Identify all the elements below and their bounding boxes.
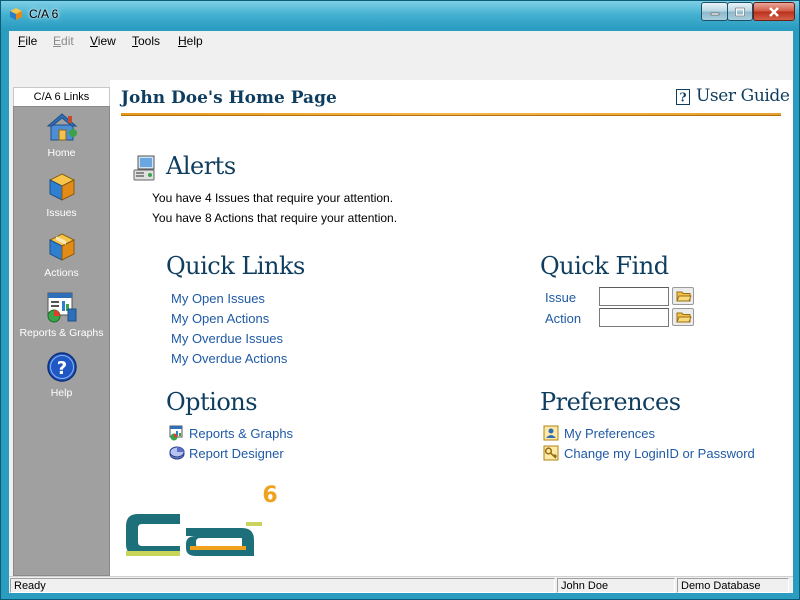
close-button[interactable] <box>753 2 795 21</box>
maximize-button[interactable] <box>727 2 753 21</box>
preferences-heading: Preferences <box>540 388 681 416</box>
alerts-computer-icon <box>132 154 158 182</box>
reports-graphs-small-icon <box>169 425 185 441</box>
change-login-password-link[interactable]: Change my LoginID or Password <box>564 446 755 461</box>
app-window: C/A 6 File Edit View Tools Help C/A 6 Li… <box>0 0 800 600</box>
my-open-issues-link[interactable]: My Open Issues <box>171 291 265 306</box>
quick-find-action-label: Action <box>545 311 581 326</box>
sidebar-item-help[interactable]: ? Help <box>14 351 109 407</box>
user-guide-label: User Guide <box>696 86 790 106</box>
issues-cube-icon <box>46 171 78 203</box>
status-user: John Doe <box>557 578 675 593</box>
app-cube-icon <box>9 7 23 21</box>
logo-version-six: 6 <box>262 483 277 508</box>
alert-issues-count: You have 4 Issues that require your atte… <box>152 191 393 205</box>
menu-view[interactable]: View <box>90 34 116 48</box>
quick-links-heading: Quick Links <box>166 252 305 280</box>
sidebar: Home Issues Actions <box>13 106 110 576</box>
quick-find-issue-label: Issue <box>545 290 576 305</box>
menu-bar: File Edit View Tools Help <box>9 31 793 51</box>
sidebar-item-label: Actions <box>14 267 109 279</box>
alert-actions-count: You have 8 Actions that require your att… <box>152 211 397 225</box>
alerts-heading: Alerts <box>166 152 236 180</box>
quick-find-issue-button[interactable] <box>672 287 694 305</box>
minimize-icon <box>710 8 720 16</box>
sidebar-header: C/A 6 Links <box>13 87 110 106</box>
open-folder-icon <box>676 311 692 324</box>
status-message: Ready <box>10 578 555 593</box>
sidebar-item-label: Issues <box>14 207 109 219</box>
sidebar-item-issues[interactable]: Issues <box>14 171 109 227</box>
quick-find-issue-input[interactable] <box>599 287 669 306</box>
quick-find-heading: Quick Find <box>540 252 669 280</box>
help-question-icon: ? <box>46 351 78 383</box>
svg-text:?: ? <box>679 91 686 105</box>
status-database: Demo Database <box>677 578 789 593</box>
status-bar: Ready John Doe Demo Database <box>9 576 793 593</box>
actions-cube-icon <box>46 231 78 263</box>
sidebar-item-actions[interactable]: Actions <box>14 231 109 287</box>
open-folder-icon <box>676 290 692 303</box>
my-preferences-icon <box>543 425 559 441</box>
close-icon <box>768 7 780 17</box>
sidebar-item-label: Reports & Graphs <box>14 327 109 339</box>
svg-text:?: ? <box>57 358 67 379</box>
my-open-actions-link[interactable]: My Open Actions <box>171 311 269 326</box>
maximize-icon <box>735 7 745 16</box>
menu-file[interactable]: File <box>18 34 37 48</box>
window-title: C/A 6 <box>29 7 58 21</box>
sidebar-item-label: Home <box>14 147 109 159</box>
menu-tools[interactable]: Tools <box>132 34 160 48</box>
quick-find-action-input[interactable] <box>599 308 669 327</box>
home-page-panel: John Doe's Home Page ? User Guide Alerts… <box>110 80 793 576</box>
sidebar-item-home[interactable]: Home <box>14 111 109 167</box>
quick-find-action-button[interactable] <box>672 308 694 326</box>
home-icon <box>46 111 78 143</box>
sidebar-item-label: Help <box>14 387 109 399</box>
minimize-button[interactable] <box>701 2 728 21</box>
title-divider <box>121 113 781 116</box>
sidebar-item-reports[interactable]: Reports & Graphs <box>14 291 109 347</box>
menu-help[interactable]: Help <box>178 34 203 48</box>
menu-edit[interactable]: Edit <box>53 34 74 48</box>
client-area: File Edit View Tools Help C/A 6 Links Ho… <box>9 31 793 593</box>
options-heading: Options <box>166 388 257 416</box>
title-bar[interactable]: C/A 6 <box>1 1 799 29</box>
options-reports-graphs-link[interactable]: Reports & Graphs <box>189 426 293 441</box>
ca6-logo: 6 <box>120 458 280 578</box>
page-title: John Doe's Home Page <box>121 88 337 108</box>
my-overdue-actions-link[interactable]: My Overdue Actions <box>171 351 287 366</box>
reports-graphs-icon <box>46 291 78 323</box>
key-icon <box>543 445 559 461</box>
my-overdue-issues-link[interactable]: My Overdue Issues <box>171 331 283 346</box>
help-book-icon: ? <box>676 89 690 105</box>
my-preferences-link[interactable]: My Preferences <box>564 426 655 441</box>
